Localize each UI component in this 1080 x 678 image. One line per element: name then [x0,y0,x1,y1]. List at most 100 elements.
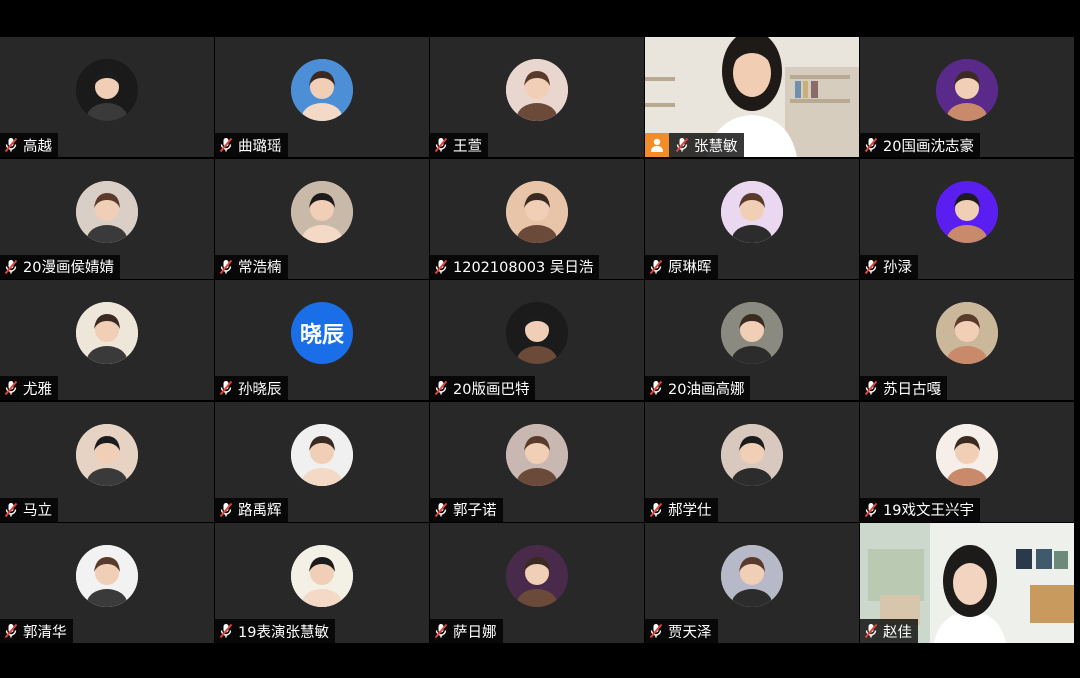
participant-tile[interactable]: 贾天泽 [645,523,859,643]
muted-microphone-icon [864,623,878,639]
wide-hat-drawing-avatar-icon [76,302,138,364]
participant-tile[interactable]: 曲璐瑶 [215,37,429,157]
participant-tile[interactable]: 高越 [0,37,214,157]
muted-microphone-icon [675,137,689,153]
participant-name-tag: 1202108003 吴日浩 [430,254,600,279]
participant-tile[interactable]: 20国画沈志豪 [860,37,1074,157]
participant-name: 马立 [23,503,52,519]
anime-red-hair-avatar-icon [506,545,568,607]
participant-name: 常浩楠 [238,260,282,276]
participant-tile[interactable]: 郭清华 [0,523,214,643]
muted-microphone-icon [219,259,233,275]
muted-microphone-icon [434,380,448,396]
participant-name-tag: 郝学仕 [645,497,718,522]
muted-microphone-icon [864,380,878,396]
participant-name: 孙渌 [883,260,912,276]
participant-name: 贾天泽 [668,624,712,641]
muted-microphone-icon [4,623,18,639]
participant-name: 1202108003 吴日浩 [453,260,594,276]
cute-girl-drawing-avatar-icon [936,423,998,486]
muted-microphone-icon [864,502,878,518]
participant-tile[interactable]: 尤雅 [0,280,214,400]
participant-name-tag: 苏日古嘎 [860,376,947,400]
participant-name: 张慧敏 [694,138,738,155]
muted-microphone-icon [219,623,233,639]
girl-white-dress-avatar-icon [76,545,138,607]
participant-name: 萨日娜 [453,624,497,641]
participant-name: 苏日古嘎 [883,381,941,398]
bunny-ears-avatar-icon [506,59,568,121]
muted-microphone-icon [219,137,233,153]
participant-name: 路禹辉 [238,503,282,519]
outdoor-lake-avatar-icon [291,59,353,121]
participant-tile[interactable]: 20漫画侯婧婧 [0,158,214,279]
participant-tile[interactable]: 19戏文王兴宇 [860,401,1074,522]
child-smile-avatar-icon [506,180,568,243]
participant-name: 19表演张慧敏 [238,624,329,641]
participant-name: 20油画高娜 [668,381,745,398]
participant-name: 王萱 [453,138,482,155]
participant-tile[interactable]: 孙渌 [860,158,1074,279]
muted-microphone-icon [649,259,663,275]
participant-tile[interactable]: 1202108003 吴日浩 [430,158,644,279]
participant-name-tag: 20油画高娜 [645,376,751,400]
muted-microphone-icon [219,502,233,518]
participant-name-tag: 郭子诺 [430,497,503,522]
participant-tile[interactable]: 马立 [0,401,214,522]
participant-name-tag: 20漫画侯婧婧 [0,254,120,279]
couple-photo-avatar-icon [76,180,138,243]
muted-microphone-icon [434,502,448,518]
avatar-initials: 晓辰 [299,323,344,348]
masked-cap-avatar-icon [291,180,353,243]
participant-tile[interactable]: 萨日娜 [430,523,644,643]
castle-sky-avatar-icon [721,545,783,607]
participant-grid: 高越 曲璐瑶 王萱 张慧敏 20国画沈志豪 20漫画侯婧婧 常浩楠 1202108003 吴日… [0,37,1074,643]
participant-tile[interactable]: 苏日古嘎 [860,280,1074,400]
text-avatar: 晓辰 [291,302,353,364]
participant-tile[interactable]: 郭子诺 [430,401,644,522]
participant-tile[interactable]: 原琳晖 [645,158,859,279]
participant-name-tag: 曲璐瑶 [215,133,288,157]
purple-hood-avatar-icon [936,59,998,121]
muted-microphone-icon [649,623,663,639]
cartoon-character-avatar-icon [721,180,783,243]
participant-name-tag: 路禹辉 [215,497,288,522]
participant-tile[interactable]: 王萱 [430,37,644,157]
muted-microphone-icon [434,259,448,275]
participant-tile[interactable]: 赵佳 [860,523,1074,643]
participant-tile[interactable]: 郝学仕 [645,401,859,522]
person-host-icon [645,133,669,157]
participant-tile[interactable]: 张慧敏 [645,37,859,157]
participant-name: 孙晓辰 [238,381,282,398]
participant-name-tag: 马立 [0,497,58,522]
participant-tile[interactable]: 20油画高娜 [645,280,859,400]
participant-name-tag: 尤雅 [0,376,58,400]
participant-tile[interactable]: 常浩楠 [215,158,429,279]
participant-tile[interactable]: 路禹辉 [215,401,429,522]
muted-microphone-icon [4,380,18,396]
participant-name-tag: 张慧敏 [645,133,744,157]
participant-name-tag: 19表演张慧敏 [215,619,335,643]
muted-microphone-icon [649,502,663,518]
participant-name-tag: 王萱 [430,133,488,157]
girl-peace-avatar-icon [76,423,138,486]
muted-microphone-icon [4,259,18,275]
muted-microphone-icon [4,502,18,518]
participant-tile[interactable]: 19表演张慧敏 [215,523,429,643]
participant-name: 20国画沈志豪 [883,138,974,155]
participant-name: 原琳晖 [668,260,712,276]
participant-tile[interactable]: 20版画巴特 [430,280,644,400]
participant-name-tag: 高越 [0,133,58,157]
participant-name-tag: 贾天泽 [645,619,718,643]
solid-purple-avatar-icon [936,180,998,243]
participant-tile[interactable]: 晓辰孙晓辰 [215,280,429,400]
participant-name: 20漫画侯婧婧 [23,260,114,276]
participant-name-tag: 萨日娜 [430,619,503,643]
participant-name: 郭清华 [23,624,67,641]
participant-name-tag: 孙晓辰 [215,376,288,400]
anime-glasses-avatar-icon [506,302,568,364]
muted-microphone-icon [864,259,878,275]
participant-name-tag: 19戏文王兴宇 [860,497,980,522]
girl-hand-face-avatar-icon [721,423,783,486]
participant-name-tag: 常浩楠 [215,254,288,279]
